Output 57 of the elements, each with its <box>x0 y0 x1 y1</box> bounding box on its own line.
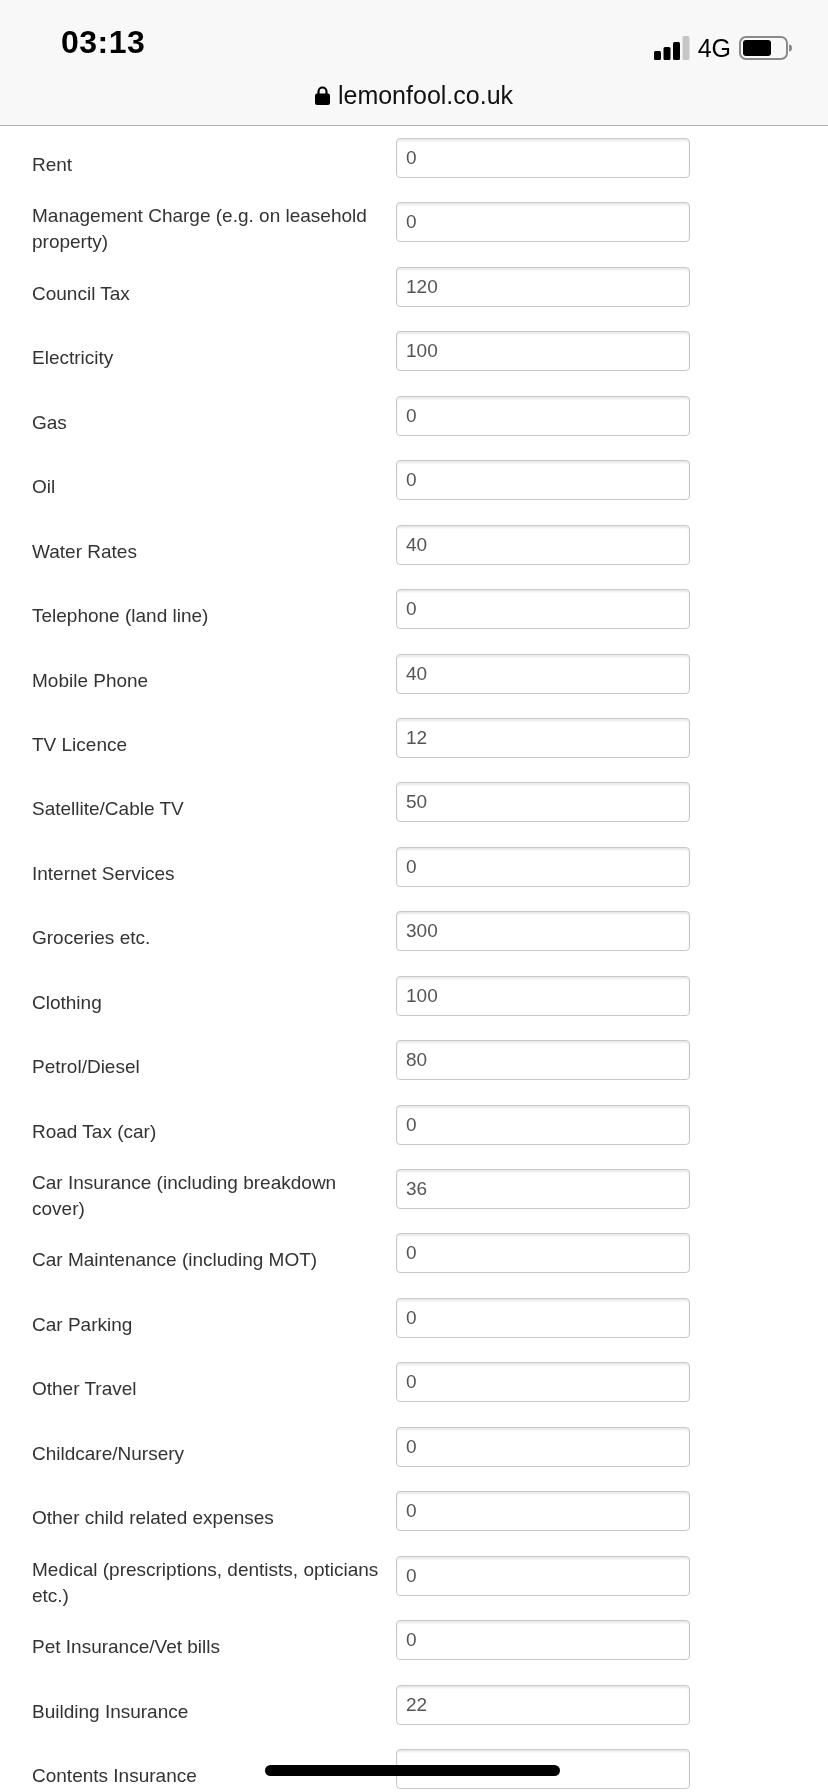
field-label: Other child related expenses <box>32 1506 274 1531</box>
field-label: Medical (prescriptions, dentists, opticians etc.) <box>32 1557 380 1608</box>
field-label: Oil <box>32 475 56 500</box>
input-field[interactable]: 0 <box>396 589 690 630</box>
input-field[interactable]: 0 <box>396 1104 690 1145</box>
url-text[interactable]: lemonfool.co.uk <box>337 83 514 108</box>
field-label: Telephone (land line) <box>32 604 209 629</box>
field-label: Petrol/Diesel <box>32 1055 140 1080</box>
field-label: Mobile Phone <box>32 668 149 693</box>
status-time: 03:13 <box>61 23 146 62</box>
input-field[interactable]: 100 <box>396 331 690 372</box>
input-field[interactable]: 0 <box>396 1362 690 1403</box>
input-field[interactable]: 36 <box>396 1169 690 1209</box>
input-field[interactable]: 300 <box>396 911 690 952</box>
input-field[interactable]: 0 <box>396 1426 690 1467</box>
field-label: Other Travel <box>32 1377 137 1402</box>
field-label: Car Maintenance (including MOT) <box>32 1248 318 1273</box>
input-field[interactable]: 0 <box>396 1555 690 1596</box>
signal-icon <box>653 36 690 60</box>
input-field[interactable]: 40 <box>396 653 690 694</box>
field-label: Water Rates <box>32 539 137 564</box>
battery-icon <box>739 36 792 60</box>
input-field[interactable]: 0 <box>396 1491 690 1532</box>
input-field[interactable]: 0 <box>396 1620 690 1661</box>
field-label: Contents Insurance <box>32 1763 197 1788</box>
input-field[interactable]: 80 <box>396 1040 690 1081</box>
field-label: Groceries etc. <box>32 926 151 951</box>
input-field[interactable]: 0 <box>396 1297 690 1338</box>
input-field[interactable]: 0 <box>396 395 690 436</box>
input-field[interactable]: 120 <box>396 266 690 307</box>
field-label: Car Parking <box>32 1312 133 1337</box>
field-label: Childcare/Nursery <box>32 1441 185 1466</box>
field-label: Clothing <box>32 990 102 1015</box>
lock-icon <box>314 86 330 105</box>
input-field[interactable]: 12 <box>396 717 690 758</box>
field-label: Management Charge (e.g. on leasehold property) <box>32 204 368 255</box>
field-label: Gas <box>32 410 67 435</box>
input-field[interactable]: 0 <box>396 202 690 243</box>
input-field[interactable]: 22 <box>396 1684 690 1725</box>
field-label: Satellite/Cable TV <box>32 797 184 822</box>
input-field[interactable]: 40 <box>396 524 690 565</box>
input-field[interactable]: 0 <box>396 460 690 501</box>
field-label: Pet Insurance/Vet bills <box>32 1635 220 1660</box>
field-label: Building Insurance <box>32 1699 189 1724</box>
network-label: 4G <box>697 36 731 61</box>
field-label: Electricity <box>32 346 114 371</box>
field-label: Rent <box>32 153 73 177</box>
field-label: TV Licence <box>32 732 128 757</box>
field-label: Car Insurance (including breakdown cover) <box>32 1171 338 1221</box>
field-label: Road Tax (car) <box>32 1119 157 1144</box>
input-field[interactable]: 0 <box>396 1233 690 1274</box>
input-field[interactable]: 100 <box>396 975 690 1016</box>
input-field[interactable]: 0 <box>396 138 690 178</box>
field-label: Internet Services <box>32 861 175 886</box>
input-field[interactable]: 0 <box>396 846 690 887</box>
input-field[interactable]: 50 <box>396 782 690 823</box>
field-label: Council Tax <box>32 281 130 306</box>
